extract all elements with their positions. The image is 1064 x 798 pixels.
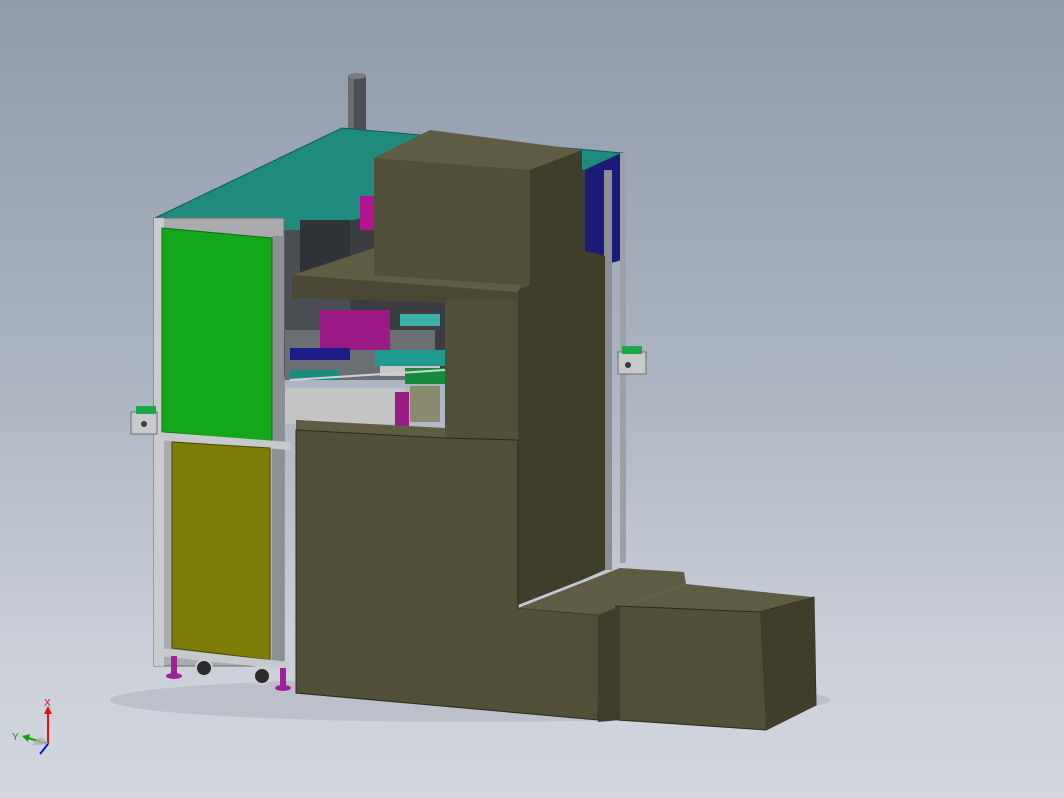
y-axis-label: Y — [12, 732, 19, 743]
yellow-lower-door[interactable] — [171, 441, 271, 661]
left-button-box[interactable] — [130, 406, 158, 435]
exhaust-pipe[interactable] — [348, 73, 366, 130]
z-axis-line — [39, 743, 49, 755]
x-axis-label: X — [44, 698, 51, 709]
view-cube-icon — [32, 737, 48, 746]
green-upper-door[interactable] — [161, 227, 273, 443]
left-frame-column-2 — [272, 236, 284, 666]
magenta-actuator-top — [360, 196, 376, 230]
cad-viewport[interactable]: X Y — [0, 0, 1064, 798]
right-button-box[interactable] — [617, 346, 647, 375]
right-upright-frame — [604, 170, 612, 570]
coordinate-triad: X Y — [12, 698, 52, 755]
machine-3d-model[interactable] — [0, 0, 1064, 798]
y-axis-arrow — [22, 734, 30, 742]
